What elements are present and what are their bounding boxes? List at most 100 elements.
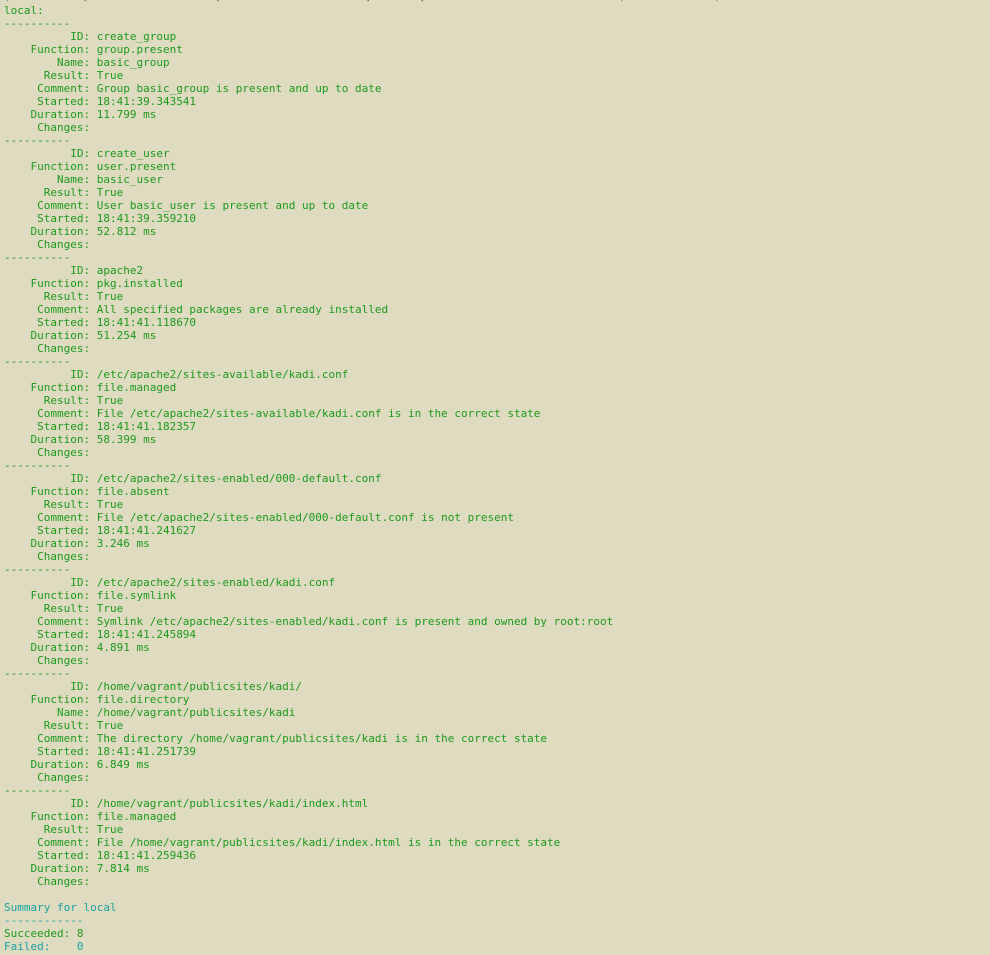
state-changes-label: Changes: [4,771,91,784]
state-duration-row: Duration: 52.812 ms [4,225,990,238]
state-started-label: Started: [4,316,91,329]
state-started-row: Started: 18:41:41.259436 [4,849,990,862]
state-changes-label: Changes: [4,446,91,459]
state-function-row: Function: pkg.installed [4,277,990,290]
state-started-label: Started: [4,745,91,758]
state-result-label: Result: [4,69,91,82]
state-function-label: Function: [4,810,91,823]
state-id-label: ID: [4,576,91,589]
state-name-value: basic_group [96,56,170,69]
state-started-row: Started: 18:41:41.251739 [4,745,990,758]
state-function-row: Function: group.present [4,43,990,56]
state-block: ---------- ID: /home/vagrant/publicsites… [4,667,990,784]
state-result-row: Result: True [4,823,990,836]
state-duration-label: Duration: [4,758,91,771]
state-function-row: Function: file.directory [4,693,990,706]
summary-succeeded: Succeeded: 8 [4,927,84,940]
state-result-label: Result: [4,186,91,199]
state-id-value: /etc/apache2/sites-available/kadi.conf [96,368,349,381]
state-separator: ---------- [4,459,71,472]
state-function-value: file.absent [96,485,170,498]
state-changes-label: Changes: [4,654,91,667]
state-id-value: /home/vagrant/publicsites/kadi/index.htm… [96,797,369,810]
state-id-row: ID: /home/vagrant/publicsites/kadi/index… [4,797,990,810]
state-separator: ---------- [4,784,71,797]
state-name-label: Name: [4,56,91,69]
state-duration-row: Duration: 58.399 ms [4,433,990,446]
state-changes-label: Changes: [4,875,91,888]
state-function-row: Function: file.managed [4,381,990,394]
summary-separator: ------------ [4,914,84,927]
state-started-label: Started: [4,95,91,108]
state-started-value: 18:41:41.245894 [96,628,197,641]
state-separator: ---------- [4,17,71,30]
state-comment-value: File /home/vagrant/publicsites/kadi/inde… [96,836,561,849]
state-comment-value: Group basic_group is present and up to d… [96,82,382,95]
state-name-row: Name: basic_user [4,173,990,186]
state-id-label: ID: [4,797,91,810]
state-id-label: ID: [4,680,91,693]
state-function-label: Function: [4,589,91,602]
state-started-label: Started: [4,524,91,537]
state-result-value: True [96,186,124,199]
state-duration-row: Duration: 4.891 ms [4,641,990,654]
state-result-row: Result: True [4,69,990,82]
state-duration-label: Duration: [4,862,91,875]
state-name-value: /home/vagrant/publicsites/kadi [96,706,296,719]
state-comment-row: Comment: Symlink /etc/apache2/sites-enab… [4,615,990,628]
state-id-row: ID: /etc/apache2/sites-enabled/000-defau… [4,472,990,485]
state-changes-row: Changes: [4,446,990,459]
state-function-label: Function: [4,277,91,290]
state-id-value: /etc/apache2/sites-enabled/kadi.conf [96,576,336,589]
state-changes-row: Changes: [4,238,990,251]
state-block: ---------- ID: /etc/apache2/sites-availa… [4,355,990,459]
state-comment-value: Symlink /etc/apache2/sites-enabled/kadi.… [96,615,614,628]
state-separator: ---------- [4,667,71,680]
state-id-label: ID: [4,30,91,43]
state-name-label: Name: [4,706,91,719]
state-changes-label: Changes: [4,550,91,563]
state-duration-value: 6.849 ms [96,758,150,771]
state-name-row: Name: basic_group [4,56,990,69]
state-function-value: pkg.installed [96,277,183,290]
state-duration-row: Duration: 6.849 ms [4,758,990,771]
state-function-row: Function: file.absent [4,485,990,498]
state-comment-row: Comment: The directory /home/vagrant/pub… [4,732,990,745]
state-result-row: Result: True [4,290,990,303]
state-id-row: ID: create_user [4,147,990,160]
state-comment-value: All specified packages are already insta… [96,303,389,316]
state-comment-row: Comment: File /home/vagrant/publicsites/… [4,836,990,849]
state-duration-row: Duration: 3.246 ms [4,537,990,550]
state-duration-label: Duration: [4,537,91,550]
state-function-value: file.managed [96,381,177,394]
state-id-label: ID: [4,472,91,485]
state-started-value: 18:41:41.241627 [96,524,197,537]
state-result-row: Result: True [4,186,990,199]
state-started-row: Started: 18:41:39.343541 [4,95,990,108]
state-block: ---------- ID: /etc/apache2/sites-enable… [4,563,990,667]
state-id-value: create_group [96,30,177,43]
state-result-value: True [96,69,124,82]
state-started-row: Started: 18:41:41.118670 [4,316,990,329]
state-result-row: Result: True [4,394,990,407]
state-results: ---------- ID: create_group Function: gr… [4,17,990,888]
state-duration-row: Duration: 7.814 ms [4,862,990,875]
state-started-value: 18:41:41.259436 [96,849,197,862]
state-separator: ---------- [4,134,71,147]
state-comment-row: Comment: User basic_user is present and … [4,199,990,212]
state-started-label: Started: [4,849,91,862]
state-function-value: file.managed [96,810,177,823]
state-duration-value: 4.891 ms [96,641,150,654]
state-id-label: ID: [4,368,91,381]
terminal-window[interactable]: ( [ [ ] ] ( ) local: ---------- ID: crea… [0,0,990,955]
state-separator: ---------- [4,563,71,576]
state-function-value: file.directory [96,693,190,706]
state-duration-label: Duration: [4,225,91,238]
state-duration-value: 7.814 ms [96,862,150,875]
state-function-label: Function: [4,43,91,56]
state-function-label: Function: [4,693,91,706]
state-comment-label: Comment: [4,199,91,212]
state-changes-row: Changes: [4,654,990,667]
state-changes-row: Changes: [4,875,990,888]
